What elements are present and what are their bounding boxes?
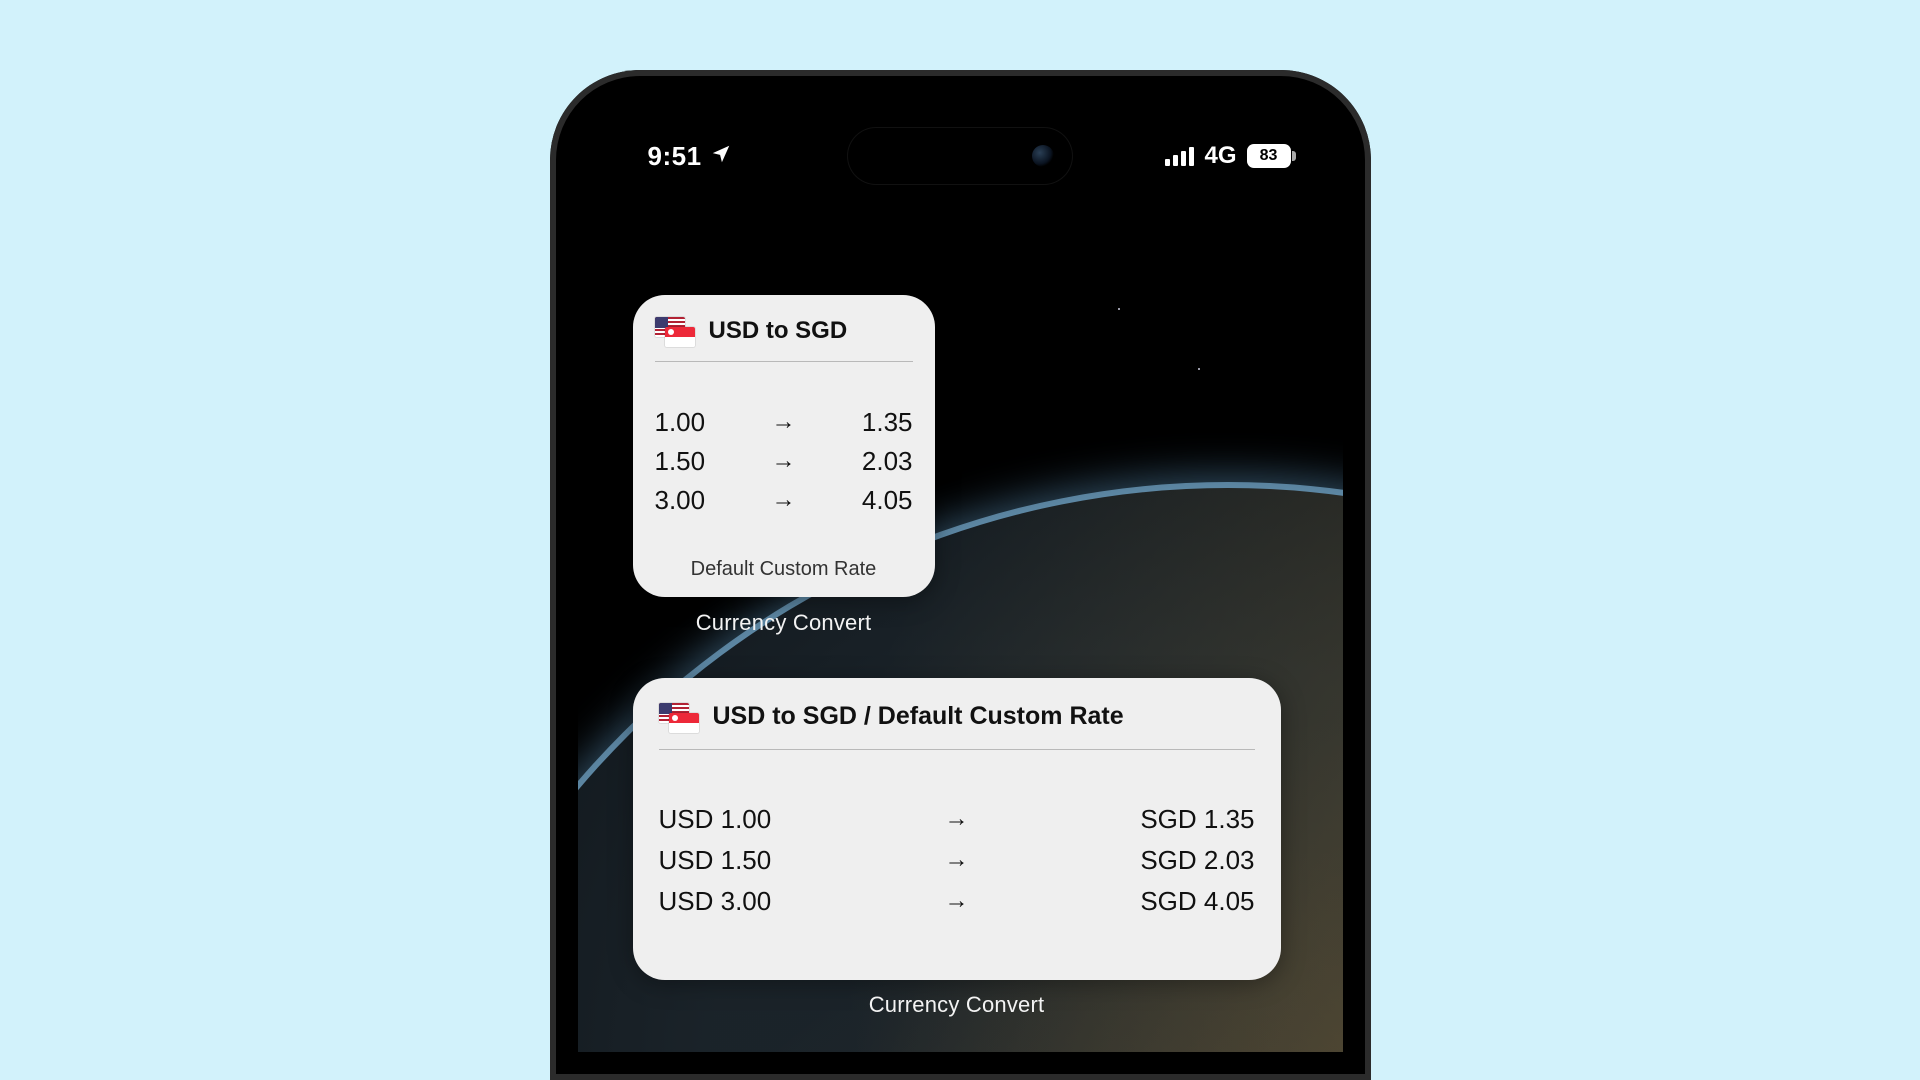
currency-flags-icon — [659, 703, 699, 731]
table-row: USD 1.50 → SGD 2.03 — [659, 845, 1255, 876]
to-amount: 1.35 — [841, 407, 913, 438]
decoration — [1198, 368, 1200, 370]
phone-frame: 9:51 4G 83 — [550, 70, 1371, 1080]
widget-title: USD to SGD / Default Custom Rate — [713, 702, 1124, 731]
to-amount: 2.03 — [841, 446, 913, 477]
arrow-icon: → — [945, 805, 969, 833]
currency-flags-icon — [655, 317, 695, 345]
to-amount: SGD 1.35 — [1115, 804, 1255, 835]
from-amount: USD 1.00 — [659, 804, 799, 835]
from-amount: USD 1.50 — [659, 845, 799, 876]
network-type: 4G — [1204, 142, 1236, 170]
conversion-table: USD 1.00 → SGD 1.35 USD 1.50 → SGD 2.03 … — [659, 750, 1255, 960]
table-row: 1.50 → 2.03 — [655, 446, 913, 477]
status-time: 9:51 — [648, 141, 702, 172]
widget-app-name: Currency Convert — [633, 610, 935, 636]
from-amount: 3.00 — [655, 485, 727, 516]
arrow-icon: → — [772, 486, 796, 514]
location-icon — [710, 141, 732, 172]
table-row: USD 1.00 → SGD 1.35 — [659, 804, 1255, 835]
from-amount: USD 3.00 — [659, 886, 799, 917]
arrow-icon: → — [772, 408, 796, 436]
widget-title: USD to SGD — [709, 317, 848, 345]
from-amount: 1.50 — [655, 446, 727, 477]
table-row: USD 3.00 → SGD 4.05 — [659, 886, 1255, 917]
arrow-icon: → — [772, 447, 796, 475]
cellular-signal-icon — [1165, 146, 1194, 166]
phone-screen: 9:51 4G 83 — [578, 98, 1343, 1052]
currency-widget-small[interactable]: USD to SGD 1.00 → 1.35 1.50 → 2.03 3.00 — [633, 295, 935, 597]
arrow-icon: → — [945, 846, 969, 874]
currency-widget-large[interactable]: USD to SGD / Default Custom Rate USD 1.0… — [633, 678, 1281, 980]
arrow-icon: → — [945, 887, 969, 915]
widget-header: USD to SGD / Default Custom Rate — [659, 702, 1255, 750]
widget-app-name: Currency Convert — [633, 992, 1281, 1018]
decoration — [1118, 308, 1120, 310]
battery-percent: 83 — [1260, 147, 1278, 165]
table-row: 1.00 → 1.35 — [655, 407, 913, 438]
widget-footer: Default Custom Rate — [655, 550, 913, 581]
from-amount: 1.00 — [655, 407, 727, 438]
battery-indicator: 83 — [1247, 144, 1291, 168]
conversion-table: 1.00 → 1.35 1.50 → 2.03 3.00 → 4.05 — [655, 362, 913, 550]
to-amount: SGD 4.05 — [1115, 886, 1255, 917]
to-amount: 4.05 — [841, 485, 913, 516]
widget-header: USD to SGD — [655, 317, 913, 362]
to-amount: SGD 2.03 — [1115, 845, 1255, 876]
table-row: 3.00 → 4.05 — [655, 485, 913, 516]
status-bar: 9:51 4G 83 — [578, 134, 1343, 178]
